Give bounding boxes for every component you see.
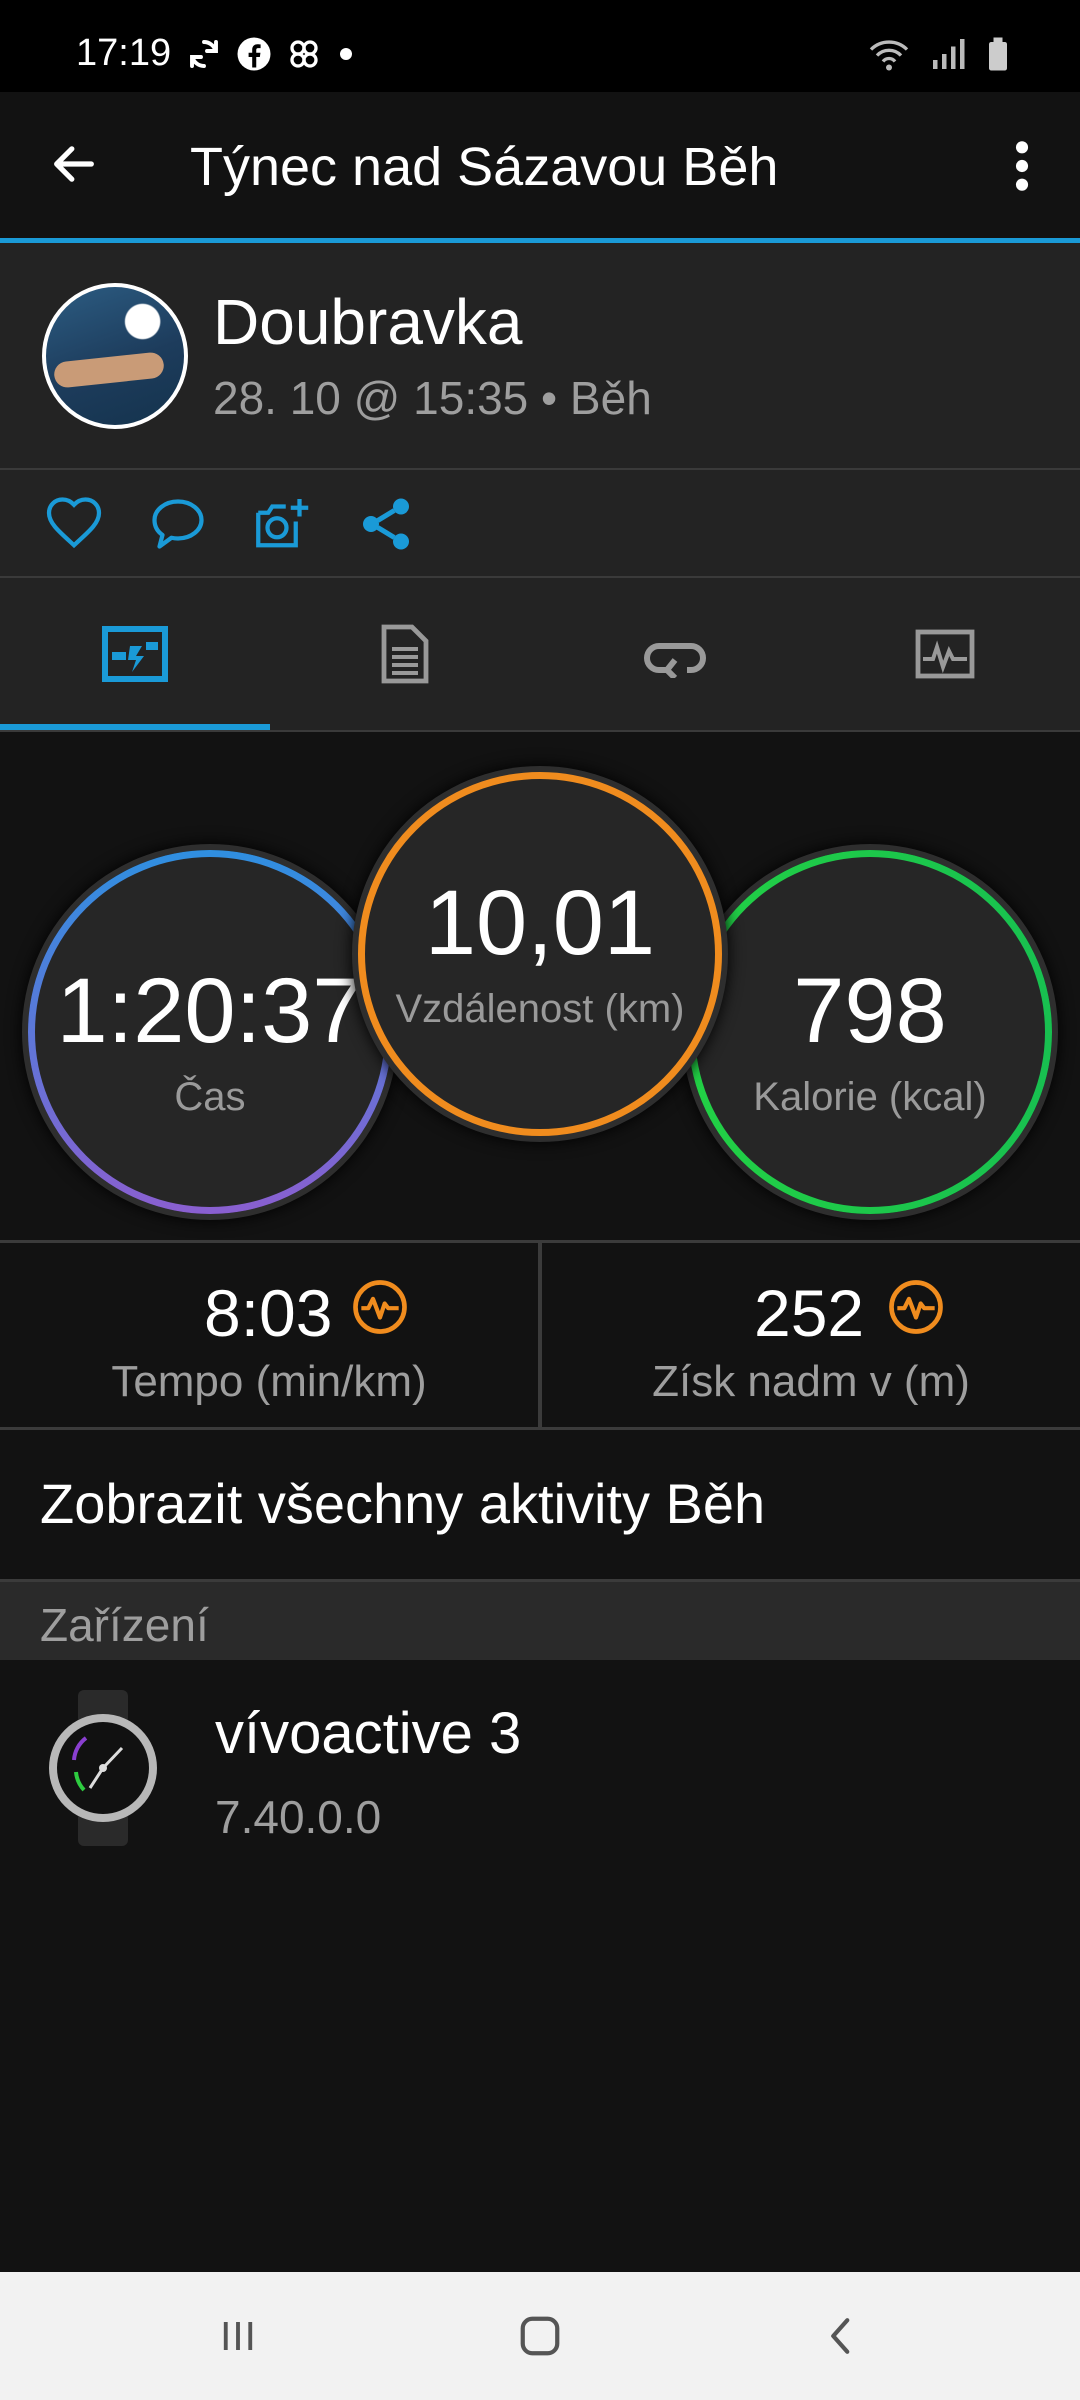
system-nav-bar bbox=[0, 2272, 1080, 2400]
devices-section-header: Zařízení bbox=[0, 1582, 1080, 1660]
activity-header: Doubravka 28. 10 @ 15:35 • Běh bbox=[0, 243, 1080, 470]
watch-icon bbox=[49, 1690, 157, 1846]
arrow-left-icon[interactable] bbox=[48, 138, 100, 190]
heart-icon[interactable] bbox=[44, 494, 104, 554]
view-all-activities-link[interactable]: Zobrazit všechny aktivity Běh bbox=[40, 1471, 765, 1536]
recent-apps-icon bbox=[223, 2322, 253, 2350]
battery-icon bbox=[989, 37, 1007, 71]
time-value: 1:20:37 bbox=[56, 959, 364, 1062]
section-title: Zařízení bbox=[40, 1599, 209, 1651]
calories-circle: 798 Kalorie (kcal) bbox=[688, 850, 1052, 1214]
device-version: 7.40.0.0 bbox=[215, 1791, 382, 1843]
elevation-value: 252 bbox=[754, 1276, 865, 1350]
user-name[interactable]: Doubravka bbox=[213, 285, 523, 359]
time-label: Čas bbox=[174, 1074, 246, 1119]
share-icon[interactable] bbox=[356, 494, 416, 554]
more-vertical-icon[interactable] bbox=[1002, 138, 1042, 194]
elevation-metric[interactable]: 252 Získ nadm v (m) bbox=[542, 1243, 1080, 1427]
back-button[interactable] bbox=[662, 2272, 1022, 2400]
calories-value: 798 bbox=[793, 959, 947, 1062]
home-icon bbox=[520, 2316, 560, 2356]
laps-loop-icon bbox=[644, 643, 706, 678]
signal-icon bbox=[933, 39, 965, 69]
time-circle: 1:20:37 Čas bbox=[28, 850, 392, 1214]
dot-icon bbox=[340, 48, 352, 60]
tab-details[interactable] bbox=[270, 578, 540, 730]
elevation-label: Získ nadm v (m) bbox=[652, 1357, 970, 1406]
app-bar: Týnec nad Sázavou Běh bbox=[0, 92, 1080, 240]
back-icon bbox=[831, 2318, 850, 2354]
pace-metric[interactable]: 8:03 Tempo (min/km) bbox=[0, 1243, 538, 1427]
facebook-icon bbox=[237, 37, 271, 71]
pace-label: Tempo (min/km) bbox=[111, 1357, 427, 1406]
distance-label: Vzdálenost (km) bbox=[395, 986, 685, 1031]
action-bar bbox=[0, 470, 1080, 578]
distance-value: 10,01 bbox=[424, 871, 656, 974]
page-title: Týnec nad Sázavou Běh bbox=[190, 137, 779, 197]
details-document-icon bbox=[381, 624, 429, 684]
status-right-icons bbox=[868, 36, 1010, 72]
status-bar: 17:19 bbox=[0, 0, 1080, 92]
device-name: vívoactive 3 bbox=[215, 1701, 522, 1766]
tab-laps[interactable] bbox=[540, 578, 810, 730]
tab-overview[interactable] bbox=[0, 578, 270, 730]
pinwheel-icon bbox=[290, 40, 318, 68]
avatar[interactable] bbox=[42, 283, 188, 429]
status-time: 17:19 bbox=[76, 32, 172, 74]
wifi-icon bbox=[869, 40, 909, 71]
add-photo-icon[interactable] bbox=[252, 494, 312, 554]
tab-selected-indicator bbox=[0, 724, 270, 730]
overview-chart-icon bbox=[102, 626, 168, 682]
view-all-activities-row[interactable]: Zobrazit všechny aktivity Běh bbox=[0, 1427, 1080, 1582]
pace-value: 8:03 bbox=[204, 1276, 333, 1350]
heart-rate-icon bbox=[353, 1280, 407, 1334]
status-left-icons bbox=[186, 36, 356, 72]
comment-icon[interactable] bbox=[148, 494, 208, 554]
distance-circle: 10,01 Vzdálenost (km) bbox=[358, 772, 722, 1136]
tab-graphs[interactable] bbox=[810, 578, 1080, 730]
graph-chart-icon bbox=[915, 629, 975, 679]
sync-icon bbox=[190, 40, 218, 68]
calories-label: Kalorie (kcal) bbox=[753, 1074, 987, 1119]
tab-bar bbox=[0, 578, 1080, 732]
stats-area: 1:20:37 Čas 798 Kalorie (kcal) 10,01 Vzd… bbox=[0, 732, 1080, 1240]
heart-rate-icon bbox=[889, 1280, 943, 1334]
activity-meta: 28. 10 @ 15:35 • Běh bbox=[213, 372, 652, 424]
metrics-row: 8:03 Tempo (min/km) 252 Získ nadm v (m) bbox=[0, 1240, 1080, 1430]
